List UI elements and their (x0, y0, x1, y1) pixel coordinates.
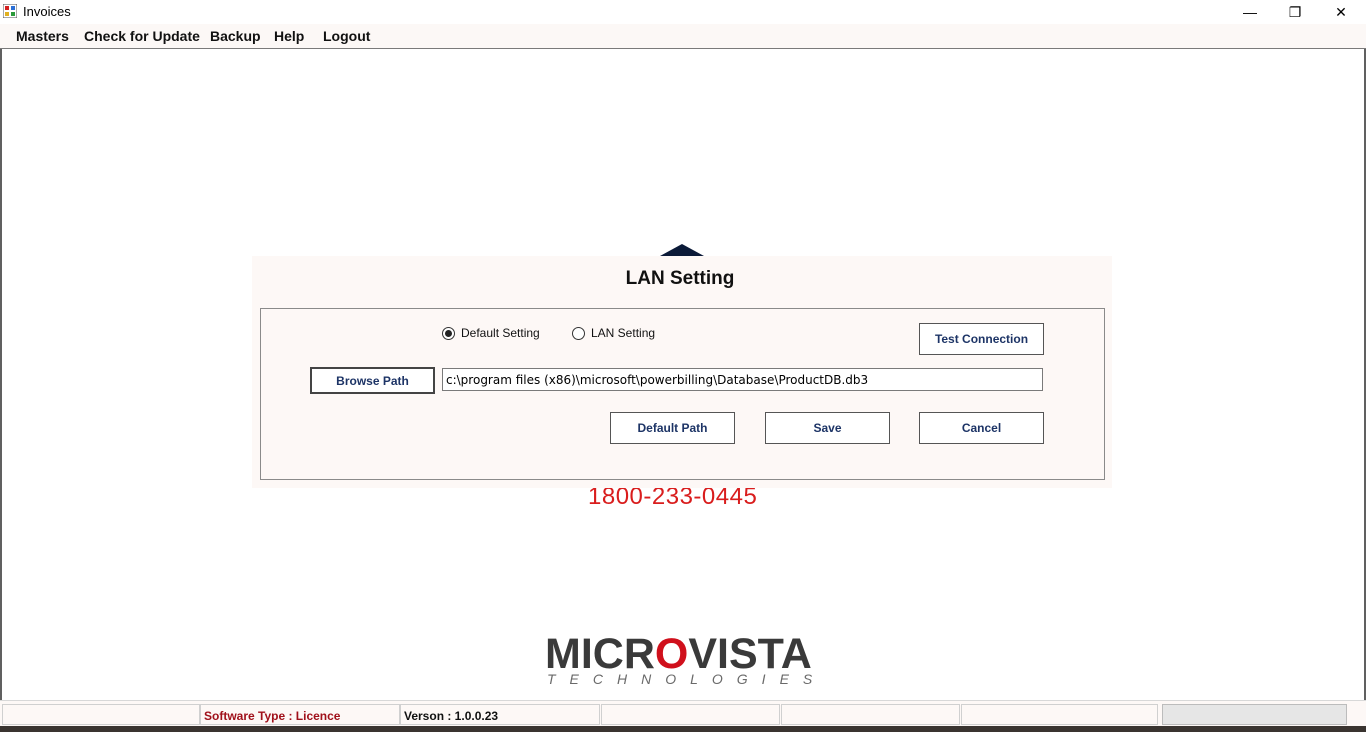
settings-group: Default Setting LAN Setting Test Connect… (260, 308, 1105, 480)
restore-icon: ❐ (1288, 3, 1302, 20)
cancel-button[interactable]: Cancel (919, 412, 1044, 444)
menu-check-for-update[interactable]: Check for Update (84, 28, 200, 44)
database-path-field[interactable] (442, 368, 1043, 391)
version-status: Verson : 1.0.0.23 (400, 704, 600, 725)
menu-masters[interactable]: Masters (16, 28, 69, 44)
status-cell-empty-4 (961, 704, 1158, 725)
close-icon: ✕ (1335, 3, 1347, 20)
logo-wordmark: MICROVISTA (545, 632, 825, 676)
taskbar-strip (0, 726, 1366, 732)
menu-bar: Masters Check for Update Backup Help Log… (0, 24, 1366, 49)
save-button[interactable]: Save (765, 412, 890, 444)
menu-logout[interactable]: Logout (323, 28, 370, 44)
background-logo-fragment (660, 244, 704, 256)
status-progress-bar (1162, 704, 1347, 725)
logo-subtitle: TECHNOLOGIES (547, 671, 827, 687)
radio-checked-icon (442, 326, 455, 340)
dialog-title: LAN Setting (625, 268, 735, 289)
radio-lan-setting[interactable]: LAN Setting (572, 326, 655, 340)
window-title: Invoices (23, 4, 71, 19)
close-window-button[interactable]: ✕ (1318, 0, 1364, 24)
menu-help[interactable]: Help (274, 28, 304, 44)
status-cell-empty-1 (2, 704, 200, 725)
test-connection-button[interactable]: Test Connection (919, 323, 1044, 355)
radio-lan-label: LAN Setting (591, 326, 656, 340)
default-path-button[interactable]: Default Path (610, 412, 735, 444)
browse-path-button[interactable]: Browse Path (310, 367, 435, 394)
app-icon (3, 4, 17, 18)
status-bar: Software Type : Licence Verson : 1.0.0.2… (0, 700, 1366, 726)
lan-setting-dialog: LAN Setting Default Setting LAN Setting … (252, 256, 1112, 488)
minimize-button[interactable]: — (1227, 0, 1273, 24)
company-logo: MICROVISTA TECHNOLOGIES (545, 632, 825, 690)
status-cell-empty-2 (601, 704, 780, 725)
radio-default-label: Default Setting (461, 326, 540, 340)
menu-backup[interactable]: Backup (210, 28, 261, 44)
status-cell-empty-3 (781, 704, 960, 725)
title-bar: Invoices — ❐ ✕ (0, 0, 1366, 24)
radio-default-setting[interactable]: Default Setting (442, 326, 540, 340)
radio-unchecked-icon (572, 326, 585, 340)
minimize-icon: — (1243, 4, 1257, 20)
restore-button[interactable]: ❐ (1272, 0, 1318, 24)
software-type-status: Software Type : Licence (200, 704, 400, 725)
